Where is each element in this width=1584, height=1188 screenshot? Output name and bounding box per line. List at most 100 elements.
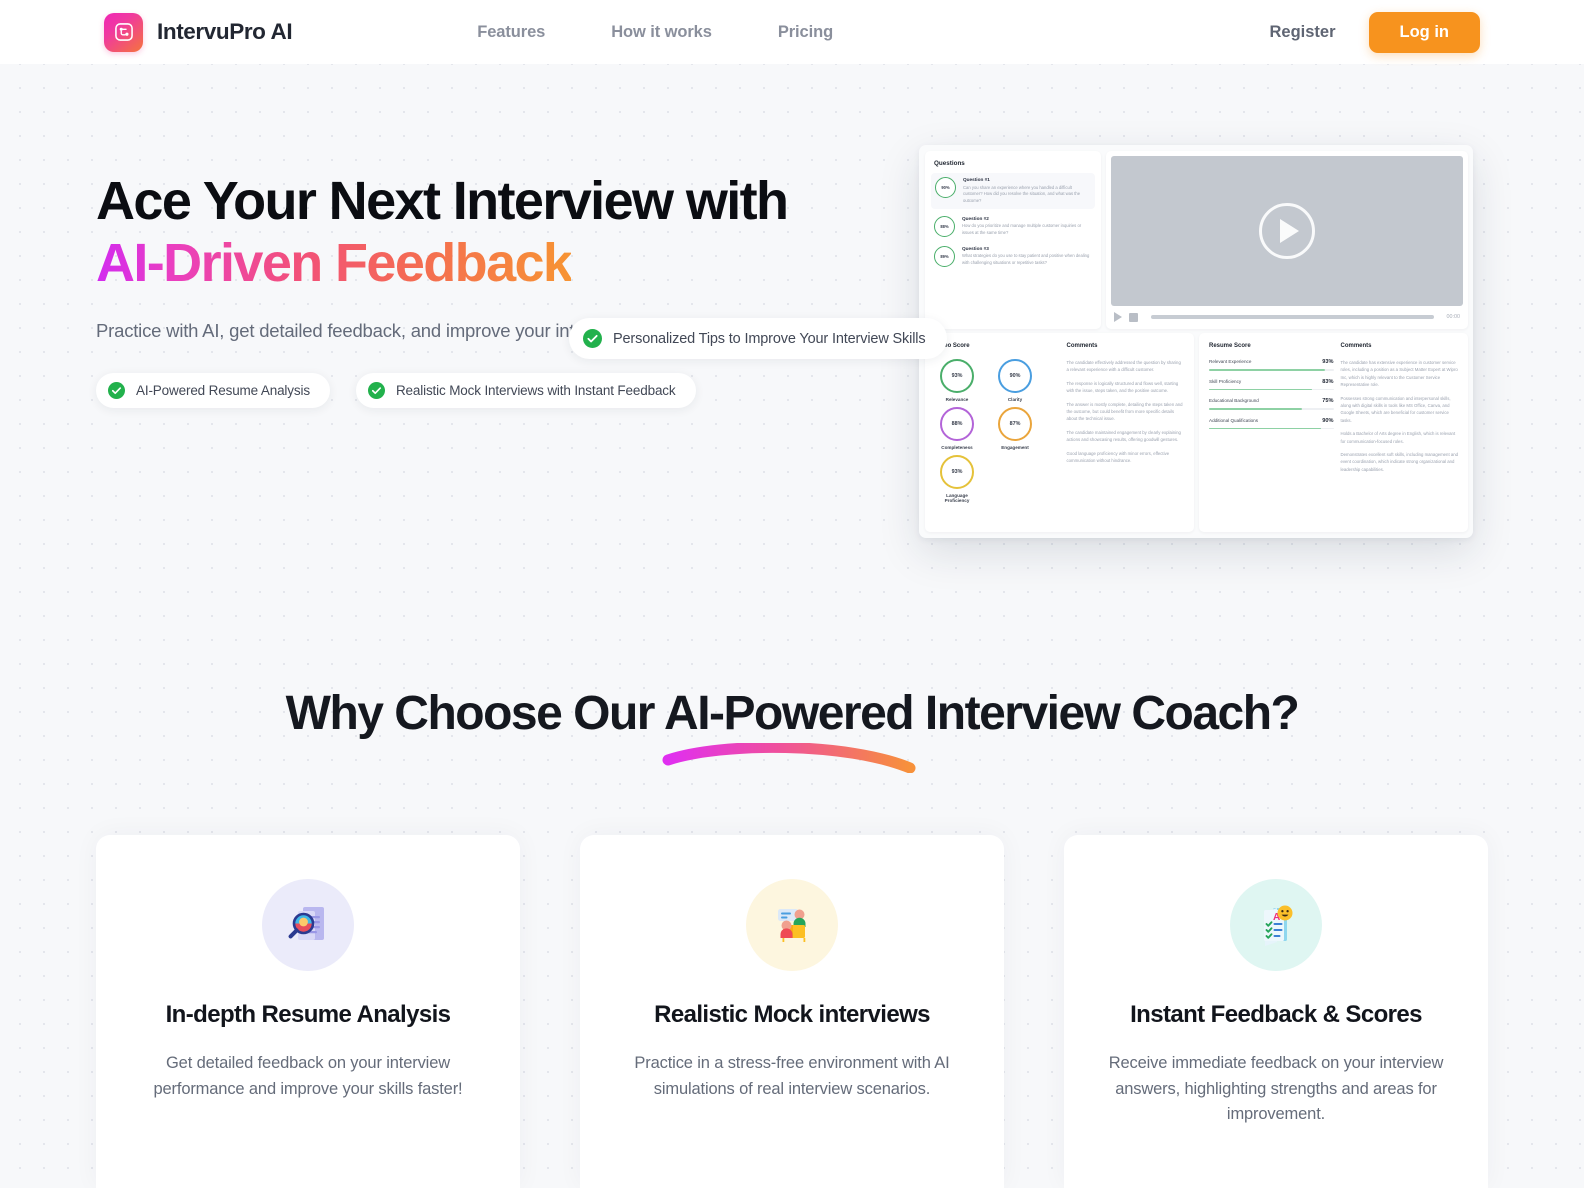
check-circle-icon — [108, 382, 125, 400]
resume-score-panel: Resume Score Relevant Experience 93% Ski… — [1199, 333, 1468, 532]
score-bar-value: 83% — [1322, 378, 1334, 385]
video-player-panel: 00:00 — [1106, 151, 1468, 329]
feature-card-instant-feedback[interactable]: A + Instant Feedback & Scores Receive im… — [1064, 835, 1488, 1188]
score-ring: 87% Engagement — [993, 407, 1037, 450]
hero-copy: Ace Your Next Interview with AI-Driven F… — [96, 171, 886, 409]
score-bar-value: 75% — [1322, 398, 1334, 405]
score-bar: Educational Background 75% — [1209, 398, 1334, 410]
feature-card-body: Get detailed feedback on your interview … — [153, 1054, 463, 1098]
score-bar-value: 90% — [1322, 417, 1334, 424]
mock-top-row: Questions 90% Question #1 Can you share … — [919, 145, 1473, 333]
mock-bottom-row: Video Score 93% Relevance 90% Clarity 88… — [919, 333, 1473, 538]
score-ring-value: 87% — [998, 407, 1032, 441]
score-ring-value: 93% — [940, 359, 974, 393]
video-score-comments: Comments The candidate effectively addre… — [1067, 343, 1185, 522]
question-score: 89% — [934, 245, 955, 267]
video-score-title: Video Score — [935, 343, 970, 349]
score-bar: Additional Qualifications 90% — [1209, 418, 1334, 430]
video-score-panel: Video Score 93% Relevance 90% Clarity 88… — [925, 333, 1194, 532]
hero-badge: AI-Powered Resume Analysis — [96, 373, 330, 409]
score-ring-value: 93% — [940, 455, 974, 489]
score-ring: 90% Clarity — [993, 359, 1037, 402]
hero-section: Ace Your Next Interview with AI-Driven F… — [0, 64, 1584, 574]
resume-magnifier-icon — [262, 879, 354, 971]
hero-title-line1: Ace Your Next Interview with — [96, 171, 789, 231]
check-circle-icon — [367, 382, 385, 400]
resume-score-title: Resume Score — [1209, 343, 1251, 349]
feature-card-title: In-depth Resume Analysis — [165, 1001, 451, 1028]
feature-card-title: Instant Feedback & Scores — [1130, 1001, 1422, 1028]
brand[interactable]: IntervuPro AI — [104, 12, 293, 52]
question-body: How do you prioritize and manage multipl… — [962, 223, 1082, 236]
question-body: Can you share an experience where you ha… — [963, 184, 1081, 204]
video-screen[interactable] — [1111, 156, 1463, 306]
question-heading: Question #1 — [963, 177, 990, 182]
nav-item-pricing[interactable]: Pricing — [778, 23, 833, 42]
questions-title: Questions — [934, 160, 965, 167]
dashboard-preview: Questions 90% Question #1 Can you share … — [919, 145, 1473, 538]
auth-actions: Register Log in — [1269, 11, 1480, 53]
score-bar-label: Educational Background — [1209, 398, 1259, 404]
question-heading: Question #2 — [962, 215, 989, 221]
question-item: 90% Question #1 Can you share an experie… — [931, 173, 1095, 209]
comments-title: Comments — [1066, 343, 1098, 349]
comment-paragraph: The candidate maintained engagement by c… — [1066, 429, 1181, 443]
hero-badge: Realistic Mock Interviews with Instant F… — [355, 373, 696, 409]
play-button-icon[interactable] — [1259, 203, 1315, 259]
score-ring: 93% Relevance — [935, 359, 979, 402]
feature-card-mock-interviews[interactable]: Realistic Mock interviews Practice in a … — [580, 835, 1004, 1188]
question-body: What strategies do you use to stay patie… — [962, 253, 1090, 266]
score-bar-label: Skill Proficiency — [1209, 378, 1242, 384]
register-link[interactable]: Register — [1269, 23, 1335, 42]
comments-title: Comments — [1340, 343, 1372, 349]
comment-paragraph: Possesses strong communication and inter… — [1340, 395, 1451, 423]
score-ring-label: Relevance — [945, 397, 969, 402]
score-bar-label: Additional Qualifications — [1209, 417, 1259, 423]
comment-paragraph: The candidate effectively addressed the … — [1066, 360, 1181, 373]
play-icon[interactable] — [1114, 312, 1122, 322]
comment-paragraph: The candidate has extensive experience i… — [1340, 360, 1458, 388]
comment-paragraph: Good language proficiency with minor err… — [1066, 450, 1170, 463]
hero-badge-row: AI-Powered Resume Analysis Realistic Moc… — [96, 373, 886, 409]
nav-item-how-it-works[interactable]: How it works — [611, 23, 712, 42]
score-ring-label: Completeness — [941, 445, 973, 450]
mock-interview-people-icon — [746, 879, 838, 971]
brand-name: IntervuPro AI — [157, 19, 293, 44]
questions-panel: Questions 90% Question #1 Can you share … — [925, 151, 1101, 329]
score-ring: 93% Language Proficiency — [935, 455, 979, 503]
why-choose-section: Why Choose Our AI-Powered Interview Coac… — [0, 686, 1584, 1188]
comment-paragraph: Demonstrates excellent soft skills, incl… — [1340, 451, 1459, 472]
section-heading: Why Choose Our AI-Powered Interview Coac… — [285, 687, 1300, 740]
score-ring: 88% Completeness — [935, 407, 979, 450]
score-bar-value: 93% — [1322, 359, 1334, 365]
score-ring-value: 90% — [998, 359, 1032, 393]
score-bar-label: Relevant Experience — [1209, 359, 1252, 364]
nav-item-features[interactable]: Features — [477, 23, 545, 42]
question-score: 90% — [935, 177, 956, 198]
check-circle-icon — [583, 329, 602, 348]
comment-paragraph: Holds a Bachelor of Arts degree in Engli… — [1340, 431, 1456, 444]
hero-badge-label: Realistic Mock Interviews with Instant F… — [395, 383, 676, 399]
app-logo-icon — [104, 12, 143, 52]
comment-paragraph: The response is logically structured and… — [1066, 380, 1179, 394]
stop-icon[interactable] — [1129, 312, 1138, 322]
question-item: 88% Question #2 How do you prioritize an… — [934, 215, 1092, 237]
score-ring-label: Engagement — [1001, 445, 1029, 450]
video-progress-bar[interactable] — [1151, 315, 1434, 319]
primary-nav: Features How it works Pricing — [477, 23, 833, 42]
hero-badge-floating: Personalized Tips to Improve Your Interv… — [569, 318, 948, 359]
site-header: IntervuPro AI Features How it works Pric… — [0, 0, 1584, 64]
hero-badge-label: Personalized Tips to Improve Your Interv… — [613, 330, 926, 347]
score-ring-value: 88% — [940, 407, 974, 441]
feature-card-resume-analysis[interactable]: In-depth Resume Analysis Get detailed fe… — [96, 835, 520, 1188]
video-timestamp: 00:00 — [1446, 314, 1461, 320]
feature-cards: In-depth Resume Analysis Get detailed fe… — [0, 835, 1584, 1188]
report-card-smiley-icon: A + — [1230, 879, 1322, 971]
login-button[interactable]: Log in — [1368, 11, 1480, 53]
resume-score-comments: Comments The candidate has extensive exp… — [1341, 343, 1459, 522]
score-ring-label: Language Proficiency — [944, 493, 970, 503]
question-heading: Question #3 — [962, 245, 989, 251]
score-bar: Skill Proficiency 83% — [1209, 379, 1334, 391]
question-item: 89% Question #3 What strategies do you u… — [934, 245, 1092, 267]
hero-title-line2: AI-Driven Feedback — [96, 232, 573, 293]
